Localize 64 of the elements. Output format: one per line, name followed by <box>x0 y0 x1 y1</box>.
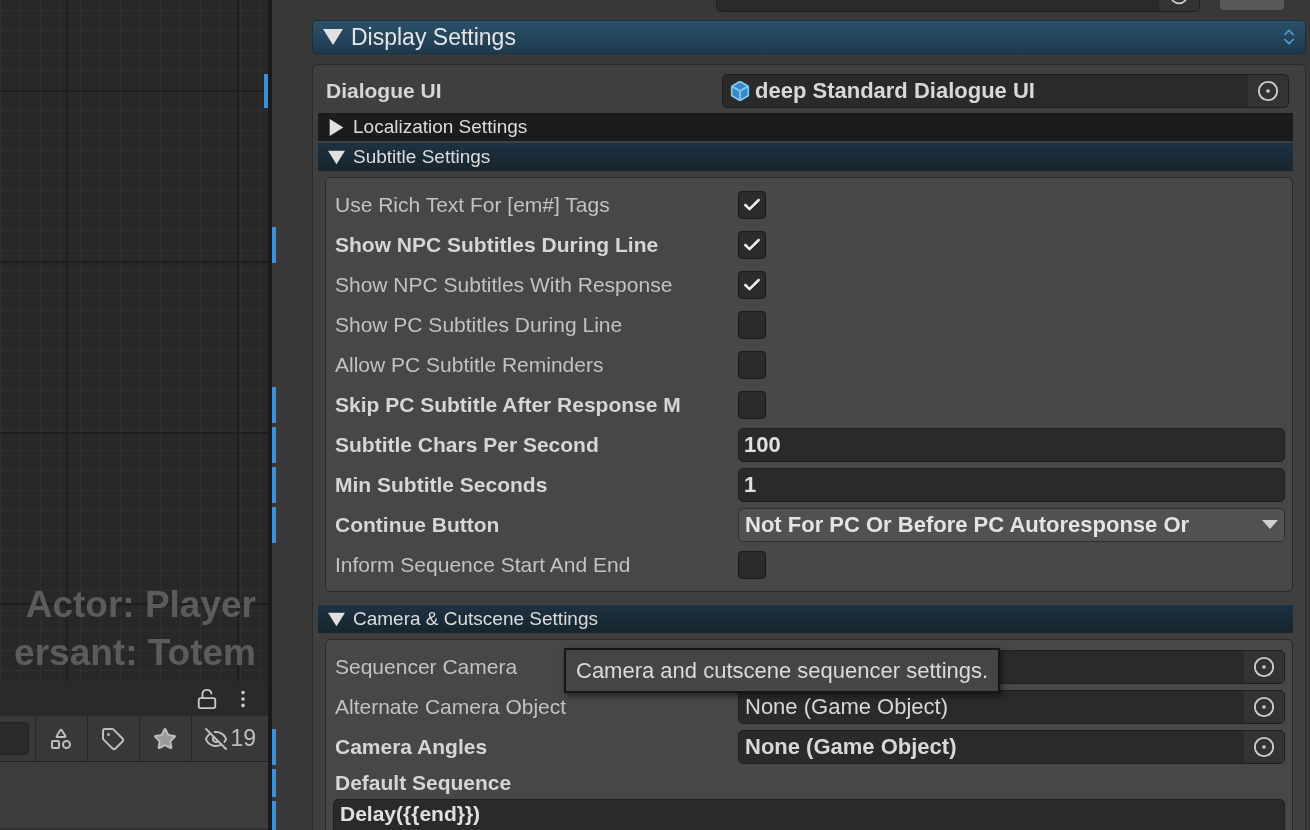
hidden-count-button[interactable]: 19 <box>190 716 268 761</box>
object-picker-button[interactable] <box>1244 731 1284 763</box>
tag-icon <box>101 726 126 751</box>
field-label: Default Sequence <box>335 771 512 794</box>
field-label: Continue Button <box>335 513 500 536</box>
caret-icon <box>1262 520 1278 530</box>
checkbox[interactable] <box>738 551 766 579</box>
field-label: Alternate Camera Object <box>335 695 567 718</box>
target-icon <box>1253 736 1275 758</box>
triangle-down-icon <box>323 27 343 47</box>
field-label: Skip PC Subtitle After Response M <box>335 393 681 416</box>
checkbox[interactable] <box>738 351 766 379</box>
tooltip: Camera and cutscene sequencer settings. <box>564 648 1001 693</box>
field-label: Dialogue UI <box>326 79 442 102</box>
object-field[interactable]: None (Game Object) <box>738 730 1285 764</box>
node-caption: Actor: Player <box>25 583 256 627</box>
shapes-icon <box>49 726 74 751</box>
checkbox[interactable] <box>738 391 766 419</box>
object-picker-button[interactable] <box>1244 691 1284 723</box>
checkbox[interactable] <box>738 271 766 299</box>
triangle-right-icon <box>328 118 345 136</box>
foldout-header[interactable]: Subtitle Settings <box>318 143 1293 171</box>
field-label: Show NPC Subtitles During Line <box>335 233 659 256</box>
object-picker-button[interactable] <box>1244 651 1284 683</box>
target-icon <box>1253 696 1275 718</box>
star-icon <box>153 726 178 751</box>
node-caption: ersant: Totem <box>14 631 256 675</box>
override-marker <box>272 227 276 263</box>
lock-icon[interactable] <box>196 687 218 710</box>
override-marker <box>272 387 276 423</box>
foldout-header[interactable]: Localization Settings <box>318 113 1293 141</box>
number-field[interactable]: 1 <box>738 468 1285 502</box>
field-label: Show PC Subtitles During Line <box>335 313 623 336</box>
foldout-header[interactable]: Camera & Cutscene Settings <box>318 605 1293 633</box>
eye-off-icon <box>203 726 228 751</box>
field-label: Subtitle Chars Per Second <box>335 433 599 456</box>
sequence-text-area[interactable]: Delay({{end}}) <box>333 799 1285 830</box>
field-label: Inform Sequence Start And End <box>335 553 631 576</box>
object-field[interactable]: deep Standard Dialogue UI <box>722 74 1289 108</box>
field-label: Camera Angles <box>335 735 488 758</box>
override-marker <box>264 74 268 108</box>
target-icon <box>1253 656 1275 678</box>
cube-icon <box>729 80 751 102</box>
checkbox[interactable] <box>738 311 766 339</box>
field-label: Min Subtitle Seconds <box>335 473 548 496</box>
object-field[interactable]: None (Game Object) <box>738 690 1285 724</box>
field-label: Allow PC Subtitle Reminders <box>335 353 604 376</box>
object-picker-button[interactable] <box>1248 75 1288 107</box>
field-label: Sequencer Camera <box>335 655 518 678</box>
override-marker <box>272 729 276 765</box>
override-marker <box>272 507 276 543</box>
override-marker <box>272 427 276 463</box>
foldout-header[interactable]: Display Settings <box>312 20 1306 54</box>
target-icon <box>1257 80 1279 102</box>
dropdown[interactable]: Not For PC Or Before PC Autoresponse Or <box>738 508 1285 542</box>
triangle-down-icon <box>328 148 345 166</box>
triangle-down-icon <box>328 610 345 628</box>
field-label: Show NPC Subtitles With Response <box>335 273 673 296</box>
checkbox[interactable] <box>738 191 766 219</box>
checkbox[interactable] <box>738 231 766 259</box>
override-marker <box>272 467 276 503</box>
number-field[interactable]: 100 <box>738 428 1285 462</box>
override-marker <box>272 769 276 797</box>
field-label: Use Rich Text For [em#] Tags <box>335 193 610 216</box>
